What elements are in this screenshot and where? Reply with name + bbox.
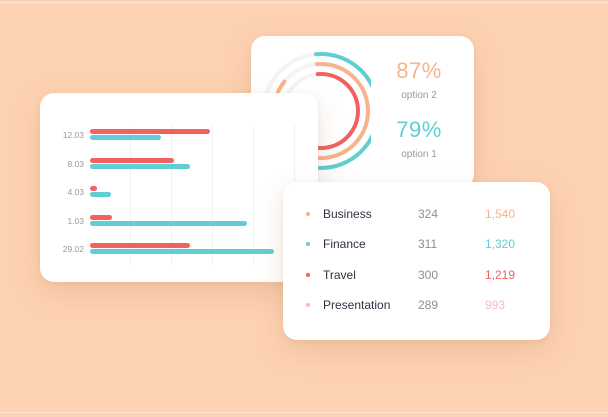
bullet-icon <box>306 303 310 307</box>
table-row-finance: Finance 311 1,320 <box>303 234 533 254</box>
bar-red <box>90 129 211 134</box>
category-table-card: Business 324 1,540 Finance 311 1,320 Tra… <box>283 182 550 340</box>
category-amount: 1,219 <box>485 268 516 282</box>
option-1-label: option 1 <box>401 149 437 160</box>
category-count: 289 <box>418 298 439 312</box>
bullet-icon <box>306 273 310 277</box>
bar-teal <box>90 192 111 197</box>
category-count: 300 <box>418 268 439 282</box>
option-2-stat: 87% option 2 <box>389 58 449 101</box>
option-1-percentage: 79% <box>396 117 442 142</box>
bar-red <box>90 243 190 248</box>
y-tick-label: 12.03 <box>62 130 84 140</box>
bar-teal <box>90 220 247 226</box>
grid-line <box>212 125 213 265</box>
category-amount: 1,540 <box>485 207 516 221</box>
bar-teal <box>90 249 275 254</box>
bar-red <box>90 214 113 220</box>
table-row-presentation: Presentation 289 993 <box>303 295 533 315</box>
category-count: 311 <box>418 237 438 251</box>
bar-red <box>90 186 97 191</box>
category-name: Travel <box>323 268 356 282</box>
option-2-percentage: 87% <box>396 58 442 83</box>
category-amount: 993 <box>485 298 506 312</box>
bullet-icon <box>306 242 310 246</box>
y-tick-label: 4.03 <box>67 187 84 197</box>
option-1-stat: 79% option 1 <box>389 117 449 160</box>
bar-chart-card: 12.03 8.03 4.03 1.03 29.02 <box>40 93 318 282</box>
y-tick-label: 29.02 <box>62 244 84 254</box>
bar-red <box>90 157 175 163</box>
bar-teal <box>90 163 190 169</box>
bar-teal <box>90 135 161 140</box>
category-name: Finance <box>323 237 366 251</box>
grid-line <box>253 125 254 265</box>
table-row-travel: Travel 300 1,219 <box>303 265 533 285</box>
option-2-label: option 2 <box>401 90 437 101</box>
y-tick-label: 8.03 <box>67 158 84 169</box>
category-count: 324 <box>418 207 439 221</box>
y-tick-label: 1.03 <box>67 215 84 226</box>
category-name: Business <box>323 207 372 221</box>
table-row-business: Business 324 1,540 <box>303 204 533 224</box>
bullet-icon <box>306 212 310 216</box>
category-name: Presentation <box>323 298 391 312</box>
illustration-canvas: 87% option 2 79% option 1 12.03 8.03 4.03 1… <box>0 0 608 417</box>
category-amount: 1,320 <box>485 237 516 251</box>
bottom-frame-line <box>0 412 608 413</box>
top-frame-line <box>0 2 608 3</box>
